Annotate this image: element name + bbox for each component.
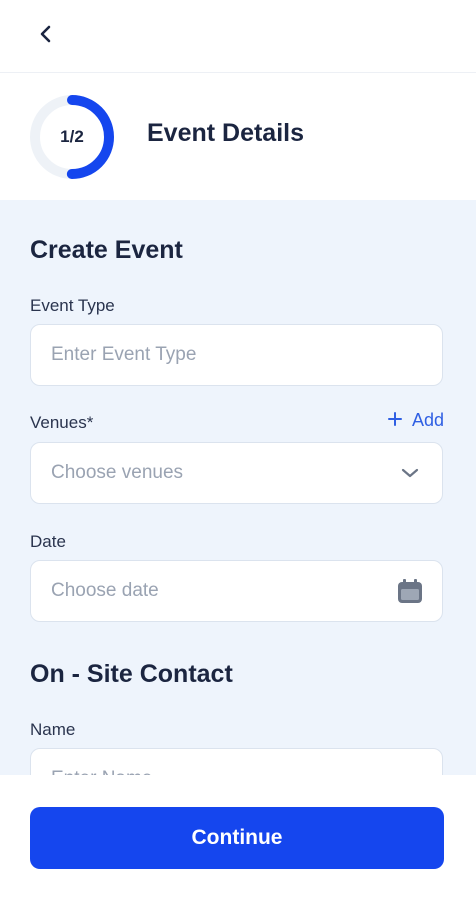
date-label: Date: [30, 532, 66, 551]
top-bar: [0, 0, 476, 73]
date-placeholder: Choose date: [51, 580, 159, 601]
event-type-input[interactable]: [30, 324, 443, 386]
venues-label: Venues*: [30, 413, 94, 432]
venues-placeholder: Choose venues: [51, 462, 184, 483]
plus-icon: [387, 410, 402, 431]
event-type-label: Event Type: [30, 296, 115, 315]
add-venue-link[interactable]: Add: [387, 410, 444, 431]
calendar-icon[interactable]: [396, 577, 424, 605]
progress-text: 1/2: [60, 127, 84, 146]
step-header: 1/2 Event Details: [0, 73, 476, 200]
section-title-create-event: Create Event: [30, 236, 183, 264]
date-picker[interactable]: Choose date: [30, 560, 443, 622]
chevron-left-icon: [39, 24, 53, 49]
name-input[interactable]: [30, 748, 443, 775]
continue-button[interactable]: Continue: [30, 807, 444, 869]
venues-select[interactable]: Choose venues: [30, 442, 443, 504]
chevron-down-icon: [396, 459, 424, 487]
add-venue-label: Add: [411, 410, 444, 430]
form-area: Create Event Event Type Venues* Add Choo…: [0, 200, 476, 775]
back-button[interactable]: [30, 20, 62, 52]
footer: Continue: [0, 775, 476, 900]
section-title-on-site-contact: On - Site Contact: [30, 660, 233, 688]
page-title: Event Details: [147, 119, 305, 147]
name-label: Name: [30, 720, 76, 739]
